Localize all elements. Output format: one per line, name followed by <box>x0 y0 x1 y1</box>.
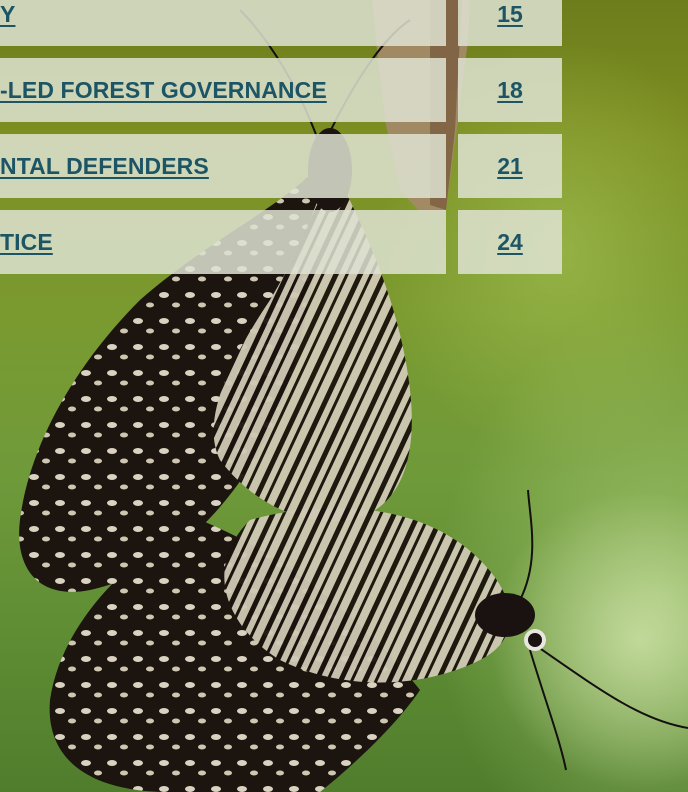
toc-entry-link[interactable]: -LED FOREST GOVERNANCE <box>0 77 327 104</box>
toc-page-cell: 21 <box>458 134 562 198</box>
toc-title-cell: NTAL DEFENDERS <box>0 134 446 198</box>
toc-page-link[interactable]: 24 <box>497 229 523 256</box>
bokeh-light <box>490 490 688 790</box>
page: Y 15 -LED FOREST GOVERNANCE 18 NTAL DEFE… <box>0 0 688 792</box>
toc-page-link[interactable]: 21 <box>497 153 523 180</box>
toc-entry-link[interactable]: Y <box>0 1 15 28</box>
toc-page-cell: 18 <box>458 58 562 122</box>
toc-entry-link[interactable]: NTAL DEFENDERS <box>0 153 209 180</box>
toc-page-link[interactable]: 15 <box>497 1 523 28</box>
toc-title-cell: Y <box>0 0 446 46</box>
toc-entry-link[interactable]: TICE <box>0 229 53 256</box>
toc-page-link[interactable]: 18 <box>497 77 523 104</box>
toc-title-cell: -LED FOREST GOVERNANCE <box>0 58 446 122</box>
toc-page-cell: 24 <box>458 210 562 274</box>
toc-page-cell: 15 <box>458 0 562 46</box>
toc-title-cell: TICE <box>0 210 446 274</box>
